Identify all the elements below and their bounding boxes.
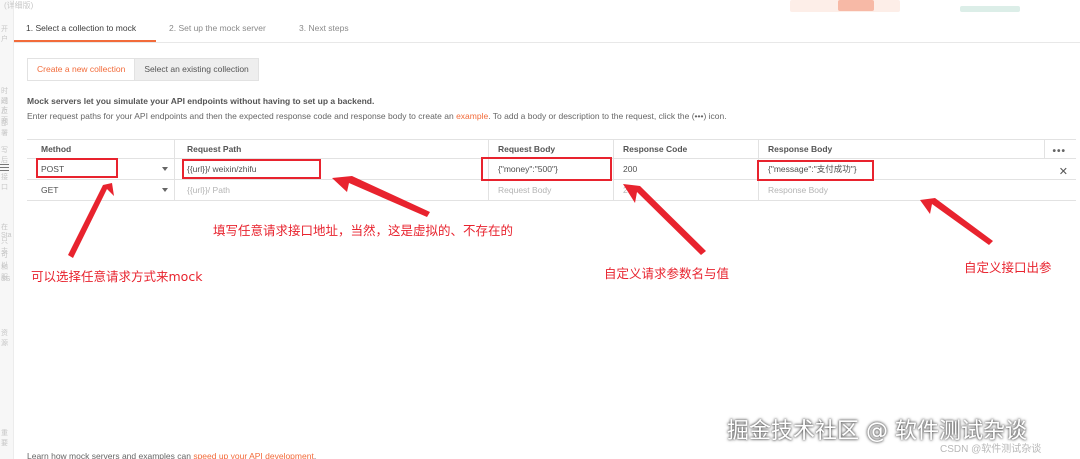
annotation-body: 自定义请求参数名与值 — [604, 266, 730, 281]
annotation-response: 自定义接口出参 — [964, 260, 1052, 275]
speed-up-link[interactable]: speed up your API development — [193, 451, 314, 459]
arrow-to-response — [920, 198, 993, 245]
arrow-to-method — [68, 183, 114, 258]
arrow-to-path — [332, 176, 430, 217]
watermark-csdn: CSDN @软件测试杂谈 — [940, 444, 1042, 455]
annotation-arrows — [68, 176, 993, 258]
footer-text: Learn how mock servers and examples can … — [27, 451, 317, 459]
annotation-path: 填写任意请求接口地址，当然，这是虚拟的、不存在的 — [213, 223, 514, 238]
annotation-method: 可以选择任意请求方式来mock — [31, 269, 203, 284]
arrow-to-body — [623, 184, 706, 255]
